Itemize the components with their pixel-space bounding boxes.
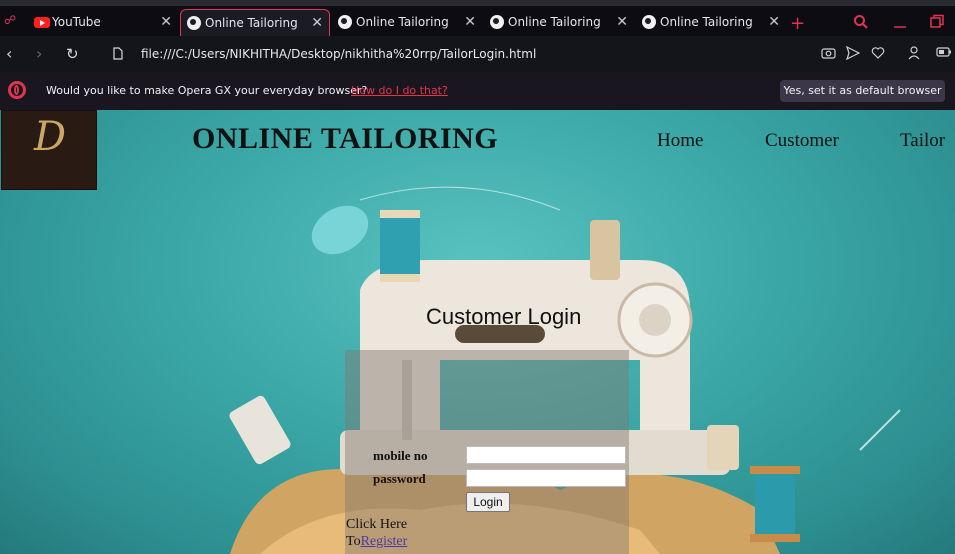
login-heading: Customer Login xyxy=(426,304,582,329)
tab-label: Online Tailoring xyxy=(205,16,298,30)
tab-label: YouTube xyxy=(52,15,101,29)
forward-icon[interactable]: › xyxy=(36,45,42,63)
set-default-browser-button[interactable]: Yes, set it as default browser xyxy=(780,80,945,102)
to-text: To xyxy=(346,534,361,549)
battery-icon[interactable] xyxy=(936,46,952,58)
tab-label: Online Tailoring xyxy=(356,15,449,29)
register-prompt: Click Here ToRegister xyxy=(346,516,407,550)
restore-icon[interactable] xyxy=(929,14,945,30)
nav-tailor-link[interactable]: Tailor xyxy=(900,130,945,152)
profile-icon[interactable] xyxy=(908,46,920,60)
password-input[interactable] xyxy=(466,469,626,487)
opera-logo-icon xyxy=(8,81,26,99)
reload-icon[interactable]: ↻ xyxy=(66,45,79,63)
close-tab-icon[interactable]: ✕ xyxy=(768,9,780,36)
infobar-message: Would you like to make Opera GX your eve… xyxy=(46,84,368,97)
tab-label: Online Tailoring xyxy=(660,15,753,29)
tab-online-tailoring[interactable]: Online Tailoring ✕ xyxy=(484,9,634,36)
mobile-label: mobile no xyxy=(373,448,428,463)
nav-customer-link[interactable]: Customer xyxy=(765,130,839,152)
password-label: password xyxy=(373,471,426,486)
site-title: ONLINE TAILORING xyxy=(192,122,499,155)
close-tab-icon[interactable]: ✕ xyxy=(464,9,476,36)
heart-icon[interactable] xyxy=(871,46,885,60)
how-do-i-link[interactable]: How do I do that? xyxy=(351,84,448,97)
web-page: D ONLINE TAILORING Home Customer Tailor … xyxy=(0,110,955,554)
mobile-input[interactable] xyxy=(466,446,626,464)
globe-icon xyxy=(338,15,352,29)
gx-controller-icon[interactable]: ☍ xyxy=(4,13,20,27)
tab-online-tailoring[interactable]: Online Tailoring ✕ xyxy=(332,9,482,36)
back-icon[interactable]: ‹ xyxy=(6,45,12,63)
search-icon[interactable] xyxy=(853,14,869,30)
youtube-icon xyxy=(34,17,50,28)
tab-online-tailoring[interactable]: Online Tailoring ✕ xyxy=(636,9,786,36)
site-logo: D xyxy=(1,110,97,190)
tab-label: Online Tailoring xyxy=(508,15,601,29)
nav-home-link[interactable]: Home xyxy=(657,130,703,152)
login-button[interactable]: Login xyxy=(466,492,510,512)
send-icon[interactable] xyxy=(846,46,860,60)
url-field[interactable]: file:///C:/Users/NIKHITHA/Desktop/nikhit… xyxy=(141,47,536,61)
new-tab-button[interactable]: + xyxy=(790,15,805,33)
logo-letter: D xyxy=(34,114,67,160)
globe-icon xyxy=(490,15,504,29)
close-tab-icon[interactable]: ✕ xyxy=(311,10,323,37)
globe-icon xyxy=(642,15,656,29)
tab-online-tailoring-active[interactable]: Online Tailoring ✕ xyxy=(180,9,330,36)
minimize-icon[interactable] xyxy=(893,14,907,30)
close-tab-icon[interactable]: ✕ xyxy=(616,9,628,36)
address-bar: ‹ › ↻ file:///C:/Users/NIKHITHA/Desktop/… xyxy=(0,36,955,72)
close-tab-icon[interactable]: ✕ xyxy=(160,9,172,36)
tab-bar: ☍ YouTube ✕ Online Tailoring ✕ Online Ta… xyxy=(0,0,955,36)
globe-icon xyxy=(187,16,201,30)
page-info-icon[interactable] xyxy=(113,47,123,60)
tab-youtube[interactable]: YouTube ✕ xyxy=(28,9,178,36)
camera-icon[interactable] xyxy=(821,46,836,60)
click-here-text: Click Here xyxy=(346,517,408,532)
register-link[interactable]: Register xyxy=(361,534,408,549)
default-browser-infobar: Would you like to make Opera GX your eve… xyxy=(0,72,955,110)
